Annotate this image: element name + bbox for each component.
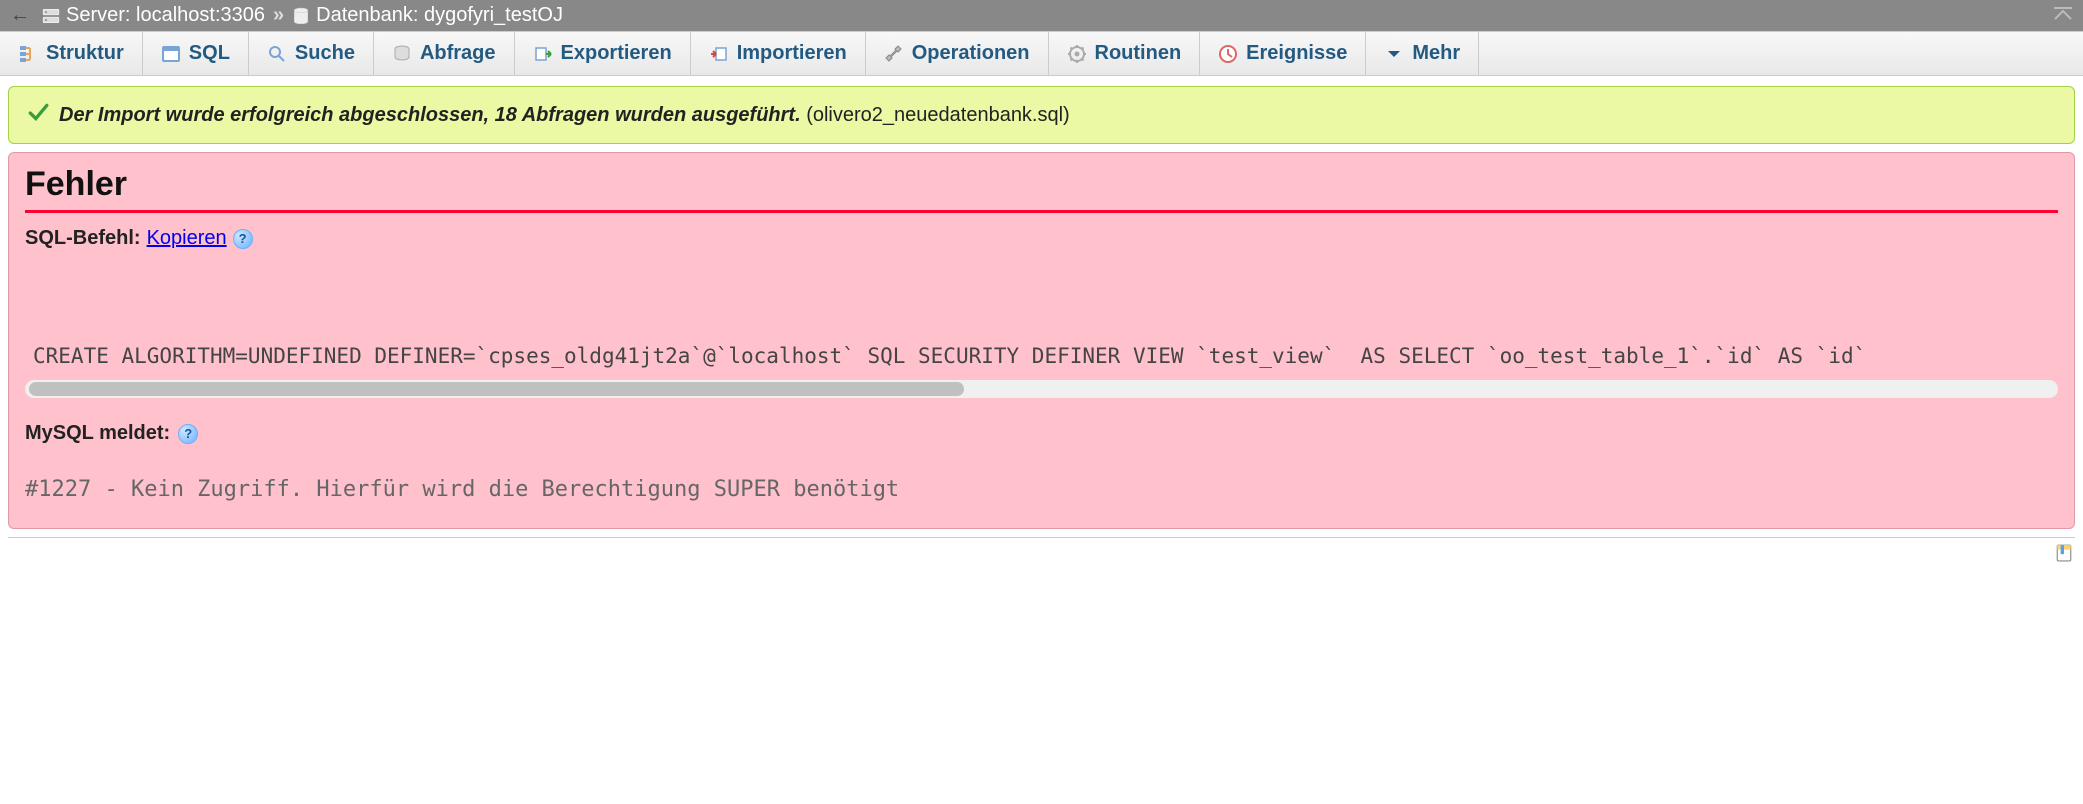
breadcrumb: ← Server: localhost:3306 » Datenbank: dy… xyxy=(0,0,2083,31)
mysql-meldet-header: MySQL meldet: ? xyxy=(25,422,2058,445)
sql-command-header: SQL-Befehl: Kopieren ? xyxy=(25,227,2058,250)
breadcrumb-separator: » xyxy=(273,4,284,27)
success-banner: Der Import wurde erfolgreich abgeschloss… xyxy=(8,86,2075,144)
success-message-text: Der Import wurde erfolgreich abgeschloss… xyxy=(59,104,801,126)
server-icon xyxy=(42,7,60,25)
horizontal-scrollbar[interactable] xyxy=(25,380,2058,398)
help-icon[interactable]: ? xyxy=(178,424,198,444)
tab-struktur[interactable]: Struktur xyxy=(0,32,143,75)
help-icon[interactable]: ? xyxy=(233,229,253,249)
success-message: Der Import wurde erfolgreich abgeschloss… xyxy=(59,104,1070,127)
tab-label: Mehr xyxy=(1412,42,1460,65)
tab-importieren[interactable]: Importieren xyxy=(691,32,866,75)
mysql-error-message: #1227 - Kein Zugriff. Hierfür wird die B… xyxy=(25,473,2058,510)
tab-label: Struktur xyxy=(46,42,124,65)
tab-bar: Struktur SQL Suche Abfrage Exportieren I… xyxy=(0,31,2083,76)
search-icon xyxy=(267,44,287,64)
tab-label: Suche xyxy=(295,42,355,65)
error-rule xyxy=(25,210,2058,213)
tab-label: Abfrage xyxy=(420,42,496,65)
events-icon xyxy=(1218,44,1238,64)
tab-label: Routinen xyxy=(1095,42,1182,65)
scrollbar-thumb[interactable] xyxy=(29,382,964,396)
breadcrumb-server-link[interactable]: Server: localhost:3306 xyxy=(42,4,265,27)
breadcrumb-server-label: Server: localhost:3306 xyxy=(66,4,265,27)
tab-abfrage[interactable]: Abfrage xyxy=(374,32,515,75)
tab-routinen[interactable]: Routinen xyxy=(1049,32,1201,75)
tab-ereignisse[interactable]: Ereignisse xyxy=(1200,32,1366,75)
sql-befehl-label: SQL-Befehl: xyxy=(25,227,141,250)
error-panel: Fehler SQL-Befehl: Kopieren ? CREATE ALG… xyxy=(8,152,2075,529)
success-filename: (olivero2_neuedatenbank.sql) xyxy=(806,104,1070,126)
error-title: Fehler xyxy=(25,165,2058,204)
sql-code-text: CREATE ALGORITHM=UNDEFINED DEFINER=`cpse… xyxy=(25,340,2058,372)
sql-code-block: CREATE ALGORITHM=UNDEFINED DEFINER=`cpse… xyxy=(25,340,2058,372)
copy-link[interactable]: Kopieren xyxy=(147,227,227,250)
mysql-meldet-label: MySQL meldet: xyxy=(25,422,170,445)
breadcrumb-database-link[interactable]: Datenbank: dygofyri_testOJ xyxy=(292,4,563,27)
tab-sql[interactable]: SQL xyxy=(143,32,249,75)
sql-icon xyxy=(161,44,181,64)
tab-label: Operationen xyxy=(912,42,1030,65)
structure-icon xyxy=(18,44,38,64)
dropdown-icon xyxy=(1384,44,1404,64)
export-icon xyxy=(533,44,553,64)
query-icon xyxy=(392,44,412,64)
back-arrow-icon[interactable]: ← xyxy=(10,4,34,27)
tab-mehr[interactable]: Mehr xyxy=(1366,32,1479,75)
operations-icon xyxy=(884,44,904,64)
tab-label: Ereignisse xyxy=(1246,42,1347,65)
collapse-panel-icon[interactable] xyxy=(2053,7,2073,24)
tab-label: Exportieren xyxy=(561,42,672,65)
tab-exportieren[interactable]: Exportieren xyxy=(515,32,691,75)
routines-icon xyxy=(1067,44,1087,64)
tab-label: SQL xyxy=(189,42,230,65)
check-icon xyxy=(27,101,49,129)
footer-bookmark-icon[interactable] xyxy=(0,538,2083,573)
breadcrumb-database-label: Datenbank: dygofyri_testOJ xyxy=(316,4,563,27)
import-icon xyxy=(709,44,729,64)
database-icon xyxy=(292,7,310,25)
tab-suche[interactable]: Suche xyxy=(249,32,374,75)
tab-operationen[interactable]: Operationen xyxy=(866,32,1049,75)
tab-label: Importieren xyxy=(737,42,847,65)
